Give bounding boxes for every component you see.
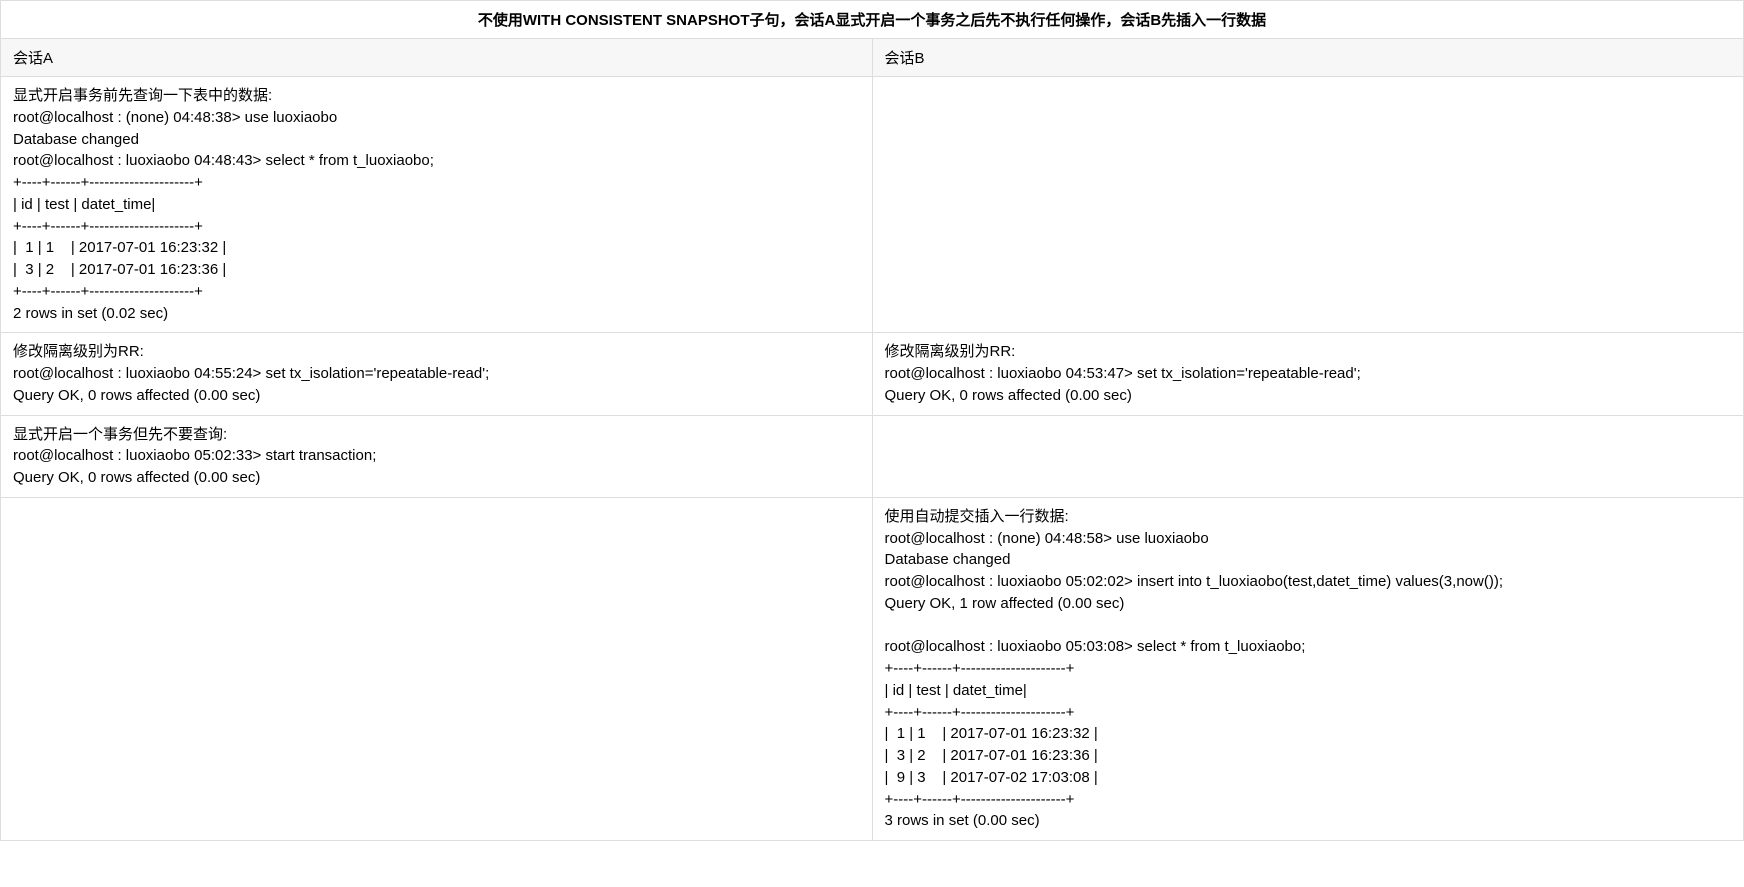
cell-session-b: [872, 415, 1744, 497]
cell-session-b: 使用自动提交插入一行数据: root@localhost : (none) 04…: [872, 497, 1744, 840]
cell-session-b: [872, 77, 1744, 333]
table-title: 不使用WITH CONSISTENT SNAPSHOT子句，会话A显式开启一个事…: [1, 1, 1744, 39]
header-session-b: 会话B: [872, 39, 1744, 77]
header-session-a: 会话A: [1, 39, 873, 77]
cell-content: 显式开启一个事务但先不要查询: root@localhost : luoxiao…: [13, 424, 860, 489]
table-row: 显式开启事务前先查询一下表中的数据: root@localhost : (non…: [1, 77, 1744, 333]
cell-content: 修改隔离级别为RR: root@localhost : luoxiaobo 04…: [13, 341, 860, 406]
cell-session-b: 修改隔离级别为RR: root@localhost : luoxiaobo 04…: [872, 333, 1744, 415]
cell-content: 修改隔离级别为RR: root@localhost : luoxiaobo 04…: [885, 341, 1732, 406]
table-title-row: 不使用WITH CONSISTENT SNAPSHOT子句，会话A显式开启一个事…: [1, 1, 1744, 39]
cell-content: 显式开启事务前先查询一下表中的数据: root@localhost : (non…: [13, 85, 860, 324]
table-row: 使用自动提交插入一行数据: root@localhost : (none) 04…: [1, 497, 1744, 840]
table-row: 显式开启一个事务但先不要查询: root@localhost : luoxiao…: [1, 415, 1744, 497]
table-header-row: 会话A 会话B: [1, 39, 1744, 77]
cell-session-a: 显式开启事务前先查询一下表中的数据: root@localhost : (non…: [1, 77, 873, 333]
cell-session-a: 显式开启一个事务但先不要查询: root@localhost : luoxiao…: [1, 415, 873, 497]
cell-session-a: 修改隔离级别为RR: root@localhost : luoxiaobo 04…: [1, 333, 873, 415]
cell-content: 使用自动提交插入一行数据: root@localhost : (none) 04…: [885, 506, 1732, 832]
table-row: 修改隔离级别为RR: root@localhost : luoxiaobo 04…: [1, 333, 1744, 415]
cell-session-a: [1, 497, 873, 840]
session-comparison-table: 不使用WITH CONSISTENT SNAPSHOT子句，会话A显式开启一个事…: [0, 0, 1744, 841]
